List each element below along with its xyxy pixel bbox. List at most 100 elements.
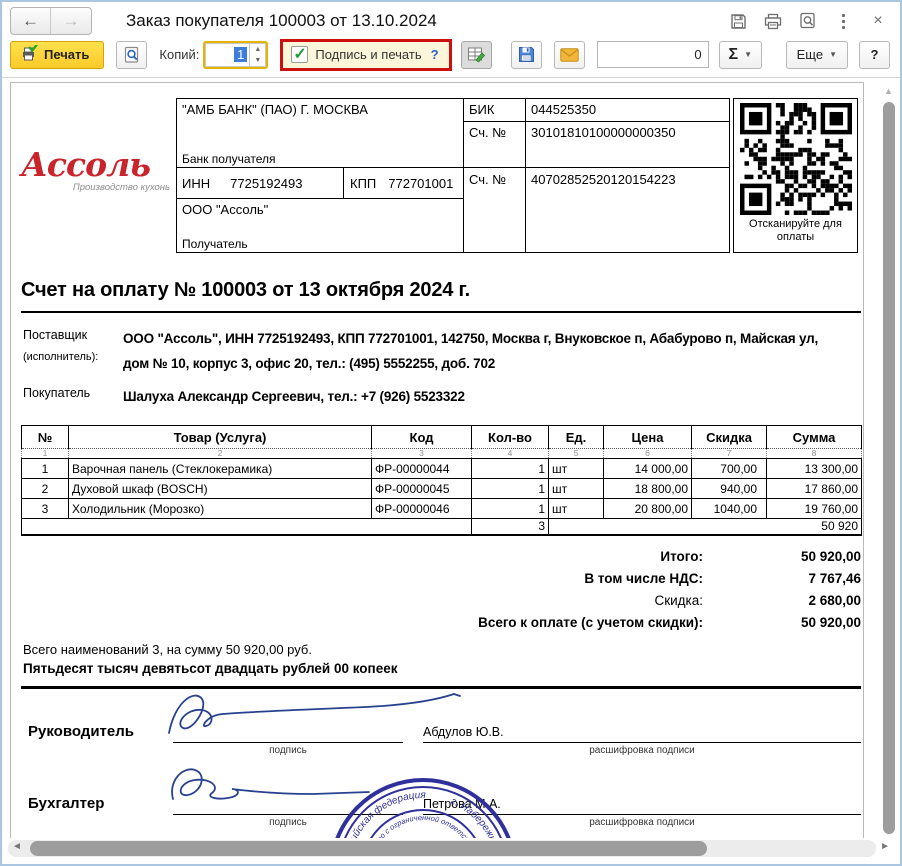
total-value: 50 920,00 (703, 549, 861, 564)
sum-indicator-field[interactable]: 0 (597, 41, 709, 68)
scroll-left-icon[interactable]: ◄ (12, 841, 22, 852)
help-button[interactable]: ? (859, 41, 890, 69)
checkbox-checked-icon[interactable] (291, 46, 308, 63)
email-button[interactable] (554, 41, 585, 69)
col-header: № (22, 426, 69, 449)
bank-table: "АМБ БАНК" (ПАО) Г. МОСКВА Банк получате… (176, 98, 730, 253)
payment-qr-block: Отсканируйте для оплаты (733, 98, 858, 253)
more-button-label: Еще (797, 47, 823, 62)
table-cell: шт (549, 479, 604, 499)
more-icon[interactable] (833, 11, 853, 31)
copies-input[interactable]: 1 (205, 43, 249, 67)
summary-line: Всего наименований 3, на сумму 50 920,00… (23, 642, 863, 657)
back-button[interactable]: ← (11, 8, 51, 34)
kpp-value: 772701001 (388, 176, 453, 191)
settlement-account-label: Сч. № (464, 168, 525, 252)
save-icon[interactable] (728, 11, 748, 31)
total-row: Всего к оплате (с учетом скидки): 50 920… (21, 612, 861, 634)
invoice-page[interactable]: Ассоль Производство кухонь "АМБ БАНК" (П… (10, 82, 864, 838)
print-icon[interactable] (763, 11, 783, 31)
divider (21, 311, 861, 313)
table-cell: 2 (22, 479, 69, 499)
table-cell: 3 (22, 499, 69, 519)
column-number-row: 12345678 (22, 449, 862, 459)
table-cell: ФР-00000046 (372, 499, 472, 519)
inn-label: ИНН (182, 176, 210, 191)
scroll-up-icon[interactable]: ▲ (884, 86, 893, 96)
preview-button[interactable] (116, 41, 147, 69)
items-table: №Товар (Услуга)КодКол-воЕд.ЦенаСкидкаСум… (21, 425, 862, 536)
invoice-title: Счет на оплату № 100003 от 13 октября 20… (21, 279, 863, 302)
total-value: 2 680,00 (703, 593, 861, 608)
buyer-value: Шалуха Александр Сергеевич, тел.: +7 (92… (123, 384, 835, 409)
preview-icon[interactable] (798, 11, 818, 31)
scroll-right-icon[interactable]: ► (880, 841, 890, 852)
sigma-button[interactable]: Σ▼ (719, 41, 763, 69)
total-label: В том числе НДС: (21, 571, 703, 586)
table-cell: Холодильник (Морозко) (69, 499, 372, 519)
sign-and-stamp-checkbox[interactable]: Подпись и печать ? (280, 39, 451, 71)
amount-in-words: Пятьдесят тысяч девятьсот двадцать рубле… (23, 661, 863, 676)
supplier-row: Поставщик (исполнитель): ООО "Ассоль", И… (23, 326, 861, 376)
corr-account-label: Сч. № (464, 122, 525, 168)
kpp-label: КПП (350, 176, 376, 191)
bik-value: 044525350 (526, 99, 729, 122)
document-area: Ассоль Производство кухонь "АМБ БАНК" (П… (2, 78, 900, 862)
corr-account-value: 30101810100000000350 (526, 122, 729, 168)
col-header: Товар (Услуга) (69, 426, 372, 449)
horizontal-scrollbar[interactable]: ◄ ► (8, 840, 876, 857)
settlement-account-value: 40702852520120154223 (526, 168, 729, 252)
total-row: Скидка: 2 680,00 (21, 590, 861, 612)
supplier-label: Поставщик (23, 328, 123, 342)
supplier-sublabel: (исполнитель): (23, 351, 123, 363)
toolbar: Печать Копий: 1 ▲▼ Подпись и печать ? 0 … (2, 36, 900, 78)
print-button[interactable]: Печать (10, 41, 104, 69)
table-cell: 13 300,00 (767, 459, 862, 479)
edit-layout-button[interactable] (461, 41, 492, 69)
app-window: ← → Заказ покупателя 100003 от 13.10.202… (0, 0, 902, 866)
vertical-scrollbar[interactable]: ▲ (880, 84, 898, 836)
signature-caption: подпись (173, 745, 403, 756)
sigma-label: Σ (729, 46, 739, 64)
total-label: Итого: (21, 549, 703, 564)
bank-requisites-section: Ассоль Производство кухонь "АМБ БАНК" (П… (21, 98, 863, 253)
table-cell: 1 (472, 459, 549, 479)
table-cell: Духовой шкаф (BOSCH) (69, 479, 372, 499)
col-header: Кол-во (472, 426, 549, 449)
col-header: Цена (604, 426, 692, 449)
col-header: Скидка (692, 426, 767, 449)
copies-spin-buttons[interactable]: ▲▼ (249, 43, 266, 67)
table-cell: 700,00 (692, 459, 767, 479)
vertical-scroll-thumb[interactable] (883, 102, 895, 834)
sign-help-link[interactable]: ? (431, 47, 439, 62)
total-value: 7 767,46 (703, 571, 861, 586)
totals-section: Итого: 50 920,00В том числе НДС: 7 767,4… (21, 546, 861, 634)
total-row: В том числе НДС: 7 767,46 (21, 568, 861, 590)
spin-up-icon: ▲ (250, 44, 265, 55)
more-button[interactable]: Еще▼ (786, 41, 848, 69)
table-row: 2Духовой шкаф (BOSCH)ФР-000000451шт18 80… (22, 479, 862, 499)
payee-name: ООО "Ассоль" (182, 202, 459, 217)
close-icon[interactable]: × (868, 11, 888, 31)
bank-name: "АМБ БАНК" (ПАО) Г. МОСКВА (182, 102, 459, 117)
save-button[interactable] (511, 41, 542, 69)
signature-name: Абдулов Ю.В. (423, 725, 504, 739)
table-cell: 1040,00 (692, 499, 767, 519)
horizontal-scroll-thumb[interactable] (30, 841, 707, 856)
page-title: Заказ покупателя 100003 от 13.10.2024 (126, 11, 437, 31)
forward-button[interactable]: → (51, 8, 91, 34)
payee-caption: Получатель (182, 237, 459, 251)
copies-stepper[interactable]: 1 ▲▼ (203, 41, 268, 69)
table-cell: ФР-00000044 (372, 459, 472, 479)
col-header: Код (372, 426, 472, 449)
print-button-label: Печать (44, 47, 89, 62)
table-cell: 1 (22, 459, 69, 479)
printer-check-icon (19, 45, 38, 65)
table-cell: 1 (472, 479, 549, 499)
qr-code (740, 103, 852, 215)
signature-role: Руководитель (28, 723, 134, 740)
bank-caption: Банк получателя (182, 152, 459, 166)
supplier-value: ООО "Ассоль", ИНН 7725192493, КПП 772701… (123, 326, 835, 376)
signature-role: Бухгалтер (28, 795, 104, 812)
total-value: 50 920,00 (703, 615, 861, 630)
